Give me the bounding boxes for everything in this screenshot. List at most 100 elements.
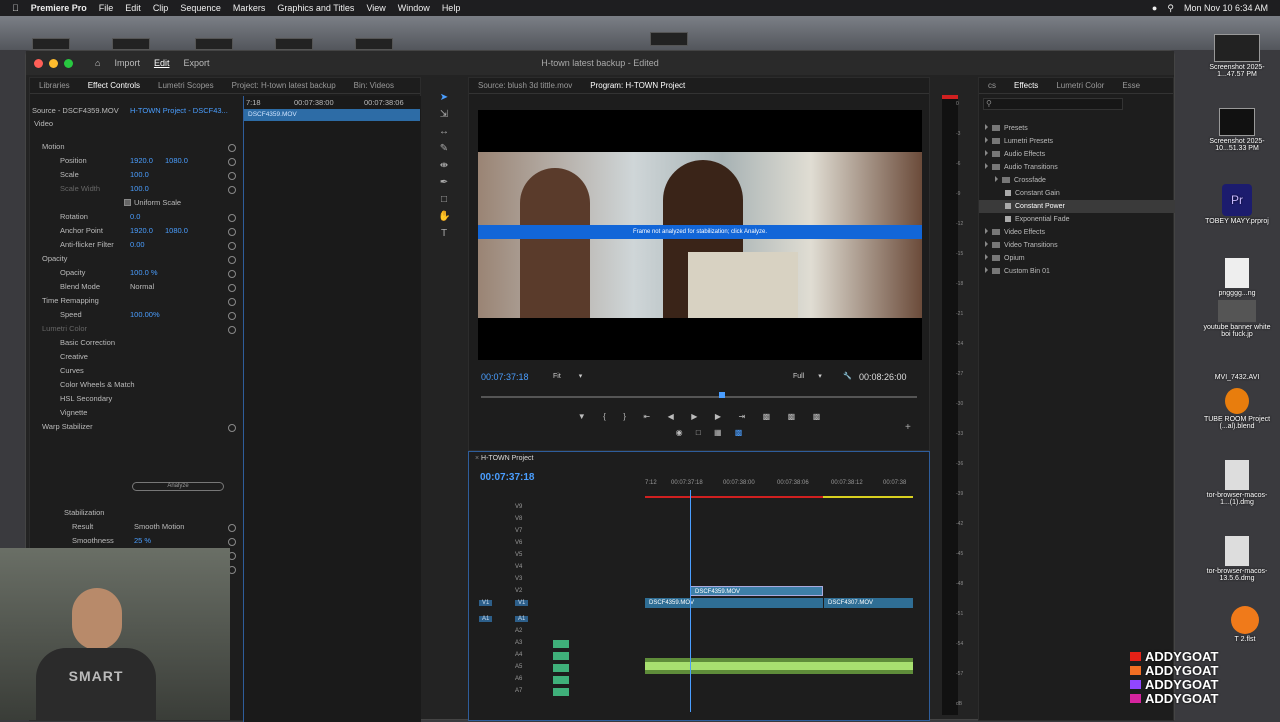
mark-out-icon[interactable]: }: [623, 412, 626, 424]
workspace-edit[interactable]: Edit: [154, 58, 170, 68]
clip-v6[interactable]: DSCF4359.MOV: [690, 586, 823, 596]
program-timecode[interactable]: 00:07:37:18: [481, 372, 529, 382]
effect-row[interactable]: Opacity 100.0 %: [30, 268, 240, 280]
mark-in-icon[interactable]: {: [603, 412, 606, 424]
effects-tree-item[interactable]: Custom Bin 01: [979, 265, 1175, 278]
expand-arrow-icon[interactable]: [985, 124, 988, 130]
value-1[interactable]: 100.0: [130, 184, 149, 193]
track-target[interactable]: V1: [515, 600, 529, 606]
effect-row[interactable]: Speed 100.00%: [30, 310, 240, 322]
value-2[interactable]: 1080.0: [165, 226, 188, 235]
tab-project[interactable]: Project: H-town latest backup: [232, 81, 336, 90]
mute-button[interactable]: [553, 688, 569, 696]
value-1[interactable]: Normal: [130, 282, 154, 291]
clip-v5-b[interactable]: DSCF4307.MOV: [824, 598, 913, 608]
tab-essential[interactable]: Esse: [1122, 81, 1140, 90]
slip-icon[interactable]: ⇼: [438, 160, 450, 172]
reset-icon[interactable]: [228, 524, 236, 532]
marker-icon[interactable]: ▼: [578, 412, 586, 424]
track-header[interactable]: A3: [469, 640, 641, 652]
reset-icon[interactable]: [228, 270, 236, 278]
close-icon[interactable]: ×: [475, 455, 479, 462]
effect-row[interactable]: Scale 100.0: [30, 170, 240, 182]
expand-arrow-icon[interactable]: [985, 150, 988, 156]
ec-clip-bar[interactable]: DSCF4359.MOV: [244, 109, 420, 121]
insert-icon[interactable]: ▩: [763, 412, 771, 424]
track-header[interactable]: V5: [469, 552, 641, 564]
effect-row[interactable]: Position 1920.0 1080.0: [30, 156, 240, 168]
track-header[interactable]: V9: [469, 504, 641, 516]
effect-row[interactable]: Curves: [30, 366, 240, 378]
effects-tree-item[interactable]: Constant Power: [979, 200, 1175, 213]
menu-help[interactable]: Help: [442, 3, 461, 13]
reset-icon[interactable]: [228, 312, 236, 320]
go-to-in-icon[interactable]: ⇤: [643, 412, 650, 424]
track-header[interactable]: V4: [469, 564, 641, 576]
stab-row[interactable]: Result Smooth Motion: [30, 522, 240, 534]
workspace-import[interactable]: Import: [114, 58, 140, 68]
reset-icon[interactable]: [228, 214, 236, 222]
play-icon[interactable]: ▶: [691, 412, 697, 424]
window-thumbnail[interactable]: [32, 38, 70, 50]
menu-clip[interactable]: Clip: [153, 3, 169, 13]
menu-view[interactable]: View: [366, 3, 385, 13]
desktop-file[interactable]: youtube banner white boi fuck.jp: [1202, 300, 1272, 338]
effect-row[interactable]: Warp Stabilizer: [30, 422, 240, 434]
step-forward-icon[interactable]: ▶: [715, 412, 721, 424]
effects-tree-item[interactable]: Opium: [979, 252, 1175, 265]
audio-clip-a2[interactable]: [645, 658, 913, 674]
search-icon[interactable]: ⚲: [1167, 3, 1174, 14]
reset-icon[interactable]: [228, 228, 236, 236]
effect-row[interactable]: Anti-flicker Filter 0.00: [30, 240, 240, 252]
selection-tool-icon[interactable]: ➤: [438, 92, 450, 104]
camera-icon[interactable]: ◉: [676, 428, 683, 440]
desktop-file[interactable]: MVI_7432.AVI: [1202, 374, 1272, 381]
reset-icon[interactable]: [228, 158, 236, 166]
tab-program[interactable]: Program: H-TOWN Project: [590, 81, 685, 90]
effect-row[interactable]: Vignette: [30, 408, 240, 420]
track-header[interactable]: A6: [469, 676, 641, 688]
reset-icon[interactable]: [228, 538, 236, 546]
track-header[interactable]: V7: [469, 528, 641, 540]
checkbox[interactable]: [124, 199, 131, 206]
track-header[interactable]: V2: [469, 588, 641, 600]
menu-file[interactable]: File: [99, 3, 114, 13]
apple-icon[interactable]: : [12, 3, 19, 13]
value-1[interactable]: 1920.0: [130, 226, 153, 235]
reset-icon[interactable]: [228, 298, 236, 306]
effect-row[interactable]: Blend Mode Normal: [30, 282, 240, 294]
effect-row[interactable]: Rotation 0.0: [30, 212, 240, 224]
effect-row[interactable]: Creative: [30, 352, 240, 364]
mute-button[interactable]: [553, 652, 569, 660]
effect-row[interactable]: Color Wheels & Match: [30, 380, 240, 392]
wifi-icon[interactable]: ●: [1152, 3, 1157, 13]
track-header[interactable]: V6: [469, 540, 641, 552]
desktop-file[interactable]: tor-browser-macos-1...(1).dmg: [1202, 460, 1272, 506]
workspace-export[interactable]: Export: [183, 58, 209, 68]
add-button-icon[interactable]: +: [905, 422, 911, 433]
track-select-icon[interactable]: ⇲: [438, 109, 450, 121]
reset-icon[interactable]: [228, 242, 236, 250]
effect-row[interactable]: Time Remapping: [30, 296, 240, 308]
effect-row[interactable]: Lumetri Color: [30, 324, 240, 336]
stab-value[interactable]: 25 %: [134, 536, 151, 545]
expand-arrow-icon[interactable]: [985, 163, 988, 169]
effects-tree-item[interactable]: Exponential Fade: [979, 213, 1175, 226]
desktop-file[interactable]: Screenshot 2025-1...47.57 PM: [1202, 34, 1272, 78]
track-header[interactable]: V3: [469, 576, 641, 588]
timeline-ruler[interactable]: 7:12 00:07:37:18 00:07:38:00 00:07:38:06 00:…: [645, 480, 913, 490]
desktop-file[interactable]: tor-browser-macos-13.5.6.dmg: [1202, 536, 1272, 582]
razor-icon[interactable]: ✎: [438, 143, 450, 155]
expand-arrow-icon[interactable]: [985, 267, 988, 273]
effects-tree-item[interactable]: Constant Gain: [979, 187, 1175, 200]
clip-v5-a[interactable]: DSCF4359.MOV: [645, 598, 823, 608]
effects-tree-item[interactable]: Crossfade: [979, 174, 1175, 187]
desktop-file[interactable]: TUBE ROOM Project (...al).blend: [1202, 388, 1272, 430]
sequence-tab[interactable]: × H-TOWN Project: [475, 455, 533, 462]
mute-button[interactable]: [553, 640, 569, 648]
effects-tree-item[interactable]: Video Effects: [979, 226, 1175, 239]
tab-effect-controls[interactable]: Effect Controls: [88, 81, 140, 90]
safe-margins-icon[interactable]: □: [696, 428, 701, 440]
expand-arrow-icon[interactable]: [985, 241, 988, 247]
stab-row[interactable]: Stabilization: [30, 508, 240, 520]
